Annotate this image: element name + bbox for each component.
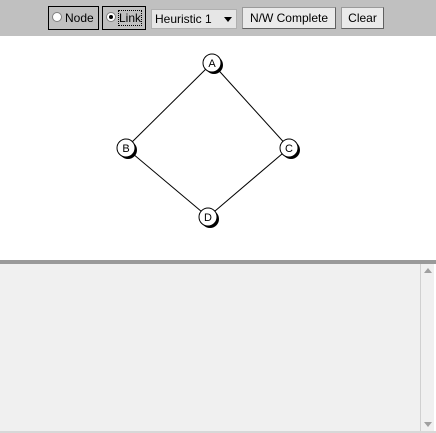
chevron-down-icon[interactable] [224,17,232,22]
node-radio-option[interactable]: Node [48,6,99,30]
link-radio-option[interactable]: Link [102,6,146,30]
graph-node-B[interactable]: B [116,138,137,159]
scroll-up-icon[interactable] [424,268,432,273]
link-radio-icon[interactable] [106,12,116,22]
graph-edge-A-C[interactable] [211,62,290,149]
graph-node-C[interactable]: C [279,138,300,159]
output-text-area[interactable] [0,264,420,431]
node-radio-label: Node [65,11,94,25]
graph-node-label: B [122,143,129,155]
graph-node-A[interactable]: A [202,53,223,74]
graph-edge-B-D[interactable] [125,147,209,218]
graph-canvas[interactable]: A B C D [0,36,436,260]
link-radio-label: Link [117,10,143,26]
toolbar: Node Link Heuristic 1 N/W Complete Clear [0,0,436,36]
graph-node-label: C [285,143,293,155]
clear-button[interactable]: Clear [341,7,384,29]
nw-complete-button[interactable]: N/W Complete [242,7,336,29]
graph-svg[interactable]: A B C D [0,36,436,260]
vertical-scrollbar[interactable] [420,264,434,431]
heuristic-select-value: Heuristic 1 [155,12,212,26]
heuristic-select[interactable]: Heuristic 1 [151,9,237,29]
graph-node-label: A [208,58,216,70]
node-radio-icon[interactable] [52,12,62,22]
scroll-down-icon[interactable] [424,422,432,427]
graph-edge-A-B[interactable] [125,62,213,149]
graph-node-label: D [204,212,212,224]
graph-edge-C-D[interactable] [207,147,290,218]
graph-node-D[interactable]: D [198,207,219,228]
